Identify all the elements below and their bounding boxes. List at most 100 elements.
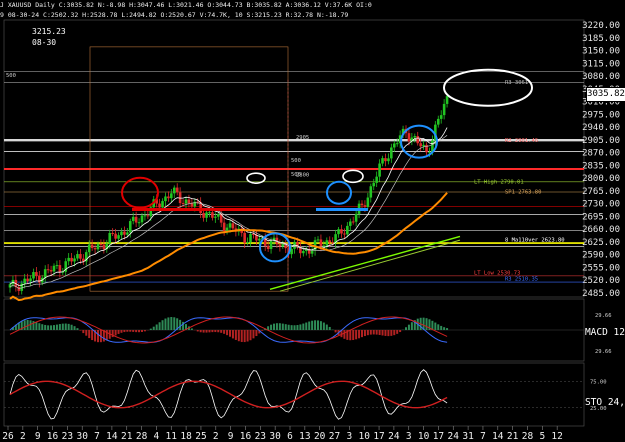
macd-bar: [55, 324, 58, 330]
candle-body: [205, 212, 208, 218]
date-label: 10: [418, 431, 430, 442]
candle-body: [140, 215, 144, 223]
date-label: 11: [166, 431, 178, 442]
macd-bar: [132, 330, 135, 332]
date-label: 3: [347, 431, 353, 442]
macd-bar: [208, 330, 211, 333]
price-axis-label: 2625.00: [582, 238, 620, 248]
level-2905-label: 2905: [296, 135, 309, 141]
candle-body: [134, 216, 138, 223]
annotation-lt-high: LT High 2790.01: [474, 180, 524, 186]
macd-bar: [396, 330, 399, 334]
macd-bar: [372, 330, 375, 335]
candle: [278, 239, 282, 252]
date-label: 14: [492, 431, 504, 442]
macd-bar: [393, 330, 396, 336]
macd-bar: [50, 325, 53, 330]
macd-bar: [161, 320, 164, 330]
macd-bar: [319, 321, 322, 330]
candle: [425, 142, 428, 157]
macd-bar: [223, 330, 226, 334]
date-label: 30: [76, 431, 88, 442]
date-label: 30: [269, 431, 281, 442]
candle-body: [322, 245, 326, 247]
candle: [310, 245, 314, 257]
candle-body: [348, 221, 352, 226]
macd-bar: [355, 330, 358, 340]
price-axis-label: 2835.00: [582, 161, 620, 171]
macd-bar: [76, 328, 79, 330]
blue-ellipse-2: [326, 180, 352, 205]
candle-body: [416, 136, 420, 144]
macd-bar: [67, 323, 70, 330]
macd-bar: [311, 320, 314, 330]
price-axis-label: 2660.00: [582, 225, 620, 235]
candle: [114, 228, 117, 244]
candle-body: [381, 158, 384, 164]
mid-label-a: 500: [291, 158, 301, 164]
candle: [55, 260, 59, 270]
macd-bar: [407, 324, 410, 330]
date-label: 27: [329, 431, 340, 442]
macd-bar: [135, 330, 138, 333]
candle: [29, 275, 32, 287]
macd-bar: [126, 330, 129, 332]
macd-bar: [322, 322, 325, 330]
candle-body: [375, 176, 378, 183]
candle-body: [390, 147, 393, 159]
macd-bar: [284, 324, 287, 330]
candle-body: [337, 229, 340, 235]
price-axis-label: 2870.00: [582, 149, 620, 159]
candle: [343, 228, 346, 240]
price-axis-label: 3115.00: [582, 59, 620, 69]
candle-body: [158, 203, 161, 208]
candle-body: [26, 278, 29, 282]
candle-body: [316, 239, 320, 241]
candle: [304, 246, 308, 256]
candle-body: [137, 222, 141, 224]
candle-body: [93, 247, 97, 250]
candle: [387, 153, 390, 165]
macd-bar: [173, 317, 176, 330]
candle: [111, 228, 114, 237]
date-label: 23: [255, 431, 266, 442]
candle-body: [117, 235, 120, 239]
candle-body: [99, 243, 103, 245]
macd-bar: [73, 326, 76, 330]
candle-body: [67, 257, 70, 262]
price-axis-label: 3220.00: [582, 21, 620, 31]
candle: [281, 240, 285, 249]
price-axis-label: 2800.00: [582, 174, 620, 184]
candle: [64, 258, 68, 277]
macd-value-2: 29.66: [595, 349, 612, 355]
macd-bar: [410, 322, 413, 330]
date-label: 10: [358, 431, 370, 442]
candle: [170, 188, 173, 203]
macd-bar: [214, 330, 217, 333]
macd-bar: [220, 330, 223, 333]
candle: [325, 237, 329, 250]
candle: [167, 191, 170, 202]
macd-bar: [155, 324, 158, 330]
macd-label: MACD 12: [584, 327, 625, 338]
price-chart[interactable]: 3220.003185.003150.003115.003080.003045.…: [0, 0, 625, 442]
candle-body: [325, 240, 329, 246]
annotation-lt-low: LT Low 2530.73: [474, 270, 520, 276]
candle-body: [278, 244, 282, 247]
macd-bar: [375, 330, 378, 335]
candle-body: [111, 232, 114, 234]
macd-bar: [164, 318, 167, 330]
macd-bar: [35, 322, 38, 330]
price-axis-label: 3080.00: [582, 72, 620, 82]
annotation-s3: R3 2510.35: [505, 277, 538, 283]
macd-bar: [273, 323, 275, 330]
candle-body: [266, 245, 270, 249]
macd-bar: [70, 324, 73, 330]
macd-bar: [117, 330, 120, 334]
macd-bar: [387, 330, 390, 337]
price-axis-label: 3185.00: [582, 34, 620, 44]
candle-body: [32, 272, 35, 279]
macd-bar: [202, 330, 205, 333]
date-label: 16: [240, 431, 252, 442]
macd-bar: [352, 330, 355, 341]
